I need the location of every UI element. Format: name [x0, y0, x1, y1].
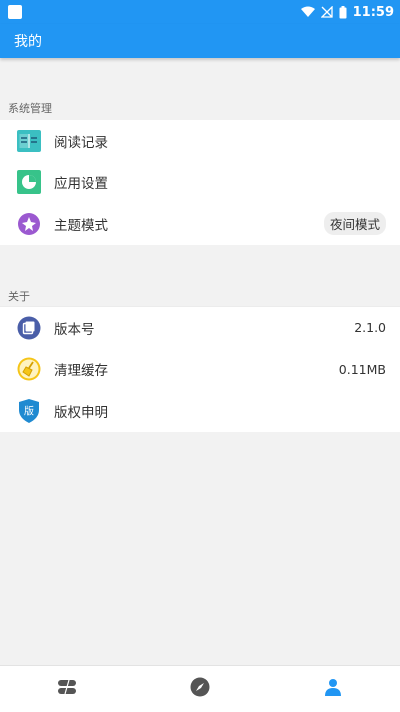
cache-size-value: 0.11MB	[338, 361, 386, 377]
list-item-label: 阅读记录	[54, 134, 108, 151]
list-item-label: 主题模式	[54, 217, 108, 234]
nav-item-mine[interactable]	[267, 666, 400, 712]
section-label-about: 关于	[8, 290, 30, 303]
compass-icon	[190, 677, 210, 701]
notification-icon	[8, 5, 22, 19]
list-item-label: 应用设置	[54, 176, 108, 193]
version-value: 2.1.0	[354, 320, 386, 336]
bottom-nav	[0, 665, 400, 712]
list-item-label: 版本号	[54, 321, 95, 338]
no-signal-icon	[320, 6, 333, 18]
list-item-clear-cache[interactable]: 清理缓存 0.11MB	[0, 349, 400, 391]
status-time: 11:59	[352, 4, 394, 20]
list-item-version[interactable]: 版本号 2.1.0	[0, 307, 400, 349]
nav-item-discover[interactable]	[133, 666, 266, 712]
list-item-reading-history[interactable]: 阅读记录	[0, 120, 400, 162]
list-item-label: 版权申明	[54, 404, 108, 421]
status-bar: 11:59	[0, 0, 400, 24]
broom-icon	[16, 356, 42, 382]
status-icons: 11:59	[300, 4, 394, 20]
copyright-shield-icon: 版	[16, 398, 42, 424]
app-bar: 我的	[0, 24, 400, 58]
battery-icon	[339, 5, 347, 19]
app-root: 11:59 我的 系统管理 阅读记录 应用设置 主题模式 夜间模式 关于 版本号…	[0, 0, 400, 712]
version-icon	[16, 315, 42, 341]
about-card: 版本号 2.1.0 清理缓存 0.11MB 版 版权申明	[0, 306, 400, 432]
list-item-label: 清理缓存	[54, 363, 108, 380]
section-label-system: 系统管理	[8, 102, 52, 115]
person-icon	[324, 678, 342, 700]
list-item-app-settings[interactable]: 应用设置	[0, 162, 400, 204]
nav-item-bookshelf[interactable]	[0, 666, 133, 712]
pie-chart-icon	[16, 169, 42, 195]
list-item-theme-mode[interactable]: 主题模式 夜间模式	[0, 203, 400, 245]
wifi-icon	[300, 6, 315, 18]
page-title: 我的	[14, 34, 42, 50]
bookshelf-icon	[57, 679, 77, 699]
book-icon	[16, 128, 42, 154]
system-card: 阅读记录 应用设置 主题模式 夜间模式	[0, 120, 400, 245]
theme-icon	[16, 211, 42, 237]
list-item-copyright[interactable]: 版 版权申明	[0, 390, 400, 432]
svg-text:版: 版	[24, 404, 34, 417]
night-mode-chip[interactable]: 夜间模式	[323, 212, 386, 236]
